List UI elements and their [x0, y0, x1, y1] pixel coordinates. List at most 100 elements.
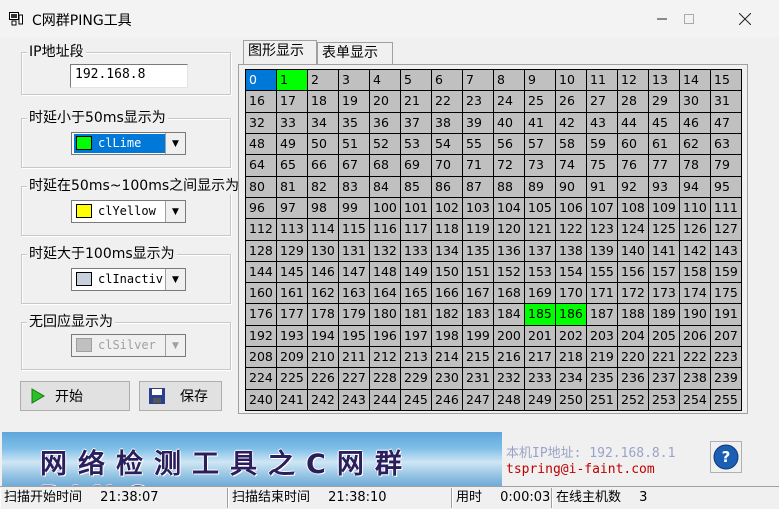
ip-cell[interactable]: 68	[370, 155, 400, 176]
ip-cell[interactable]: 86	[432, 176, 462, 197]
ip-cell[interactable]: 26	[556, 91, 586, 112]
ip-cell[interactable]: 99	[339, 197, 369, 219]
ip-cell[interactable]: 110	[680, 197, 710, 219]
ip-cell[interactable]: 255	[711, 389, 741, 410]
slow-color-select[interactable]: clInactiv ▼	[71, 268, 186, 291]
save-button[interactable]: 保存	[139, 381, 222, 411]
ip-cell[interactable]: 217	[525, 347, 555, 368]
ip-cell[interactable]: 185	[525, 304, 555, 325]
ip-cell[interactable]: 103	[463, 197, 493, 219]
ip-cell[interactable]: 117	[401, 219, 431, 240]
ip-cell[interactable]: 212	[370, 347, 400, 368]
ip-cell[interactable]: 224	[246, 368, 276, 389]
ip-cell[interactable]: 232	[494, 368, 524, 389]
ip-cell[interactable]: 93	[649, 176, 679, 197]
ip-cell[interactable]: 102	[432, 197, 462, 219]
ip-cell[interactable]: 60	[618, 133, 648, 155]
ip-cell[interactable]: 186	[556, 304, 586, 325]
ip-cell[interactable]: 2	[308, 70, 338, 91]
ip-cell[interactable]: 77	[649, 155, 679, 176]
ip-cell[interactable]: 200	[494, 325, 524, 347]
email-link[interactable]: tspring@i-faint.com	[506, 462, 655, 477]
chevron-down-icon[interactable]: ▼	[165, 133, 185, 154]
ip-cell[interactable]: 196	[370, 325, 400, 347]
ip-cell[interactable]: 146	[308, 261, 338, 283]
ip-cell[interactable]: 23	[463, 91, 493, 112]
ip-cell[interactable]: 187	[587, 304, 617, 325]
ip-cell[interactable]: 51	[339, 133, 369, 155]
ip-cell[interactable]: 94	[680, 176, 710, 197]
ip-cell[interactable]: 80	[246, 176, 276, 197]
ip-cell[interactable]: 182	[432, 304, 462, 325]
ip-cell[interactable]: 84	[370, 176, 400, 197]
ip-cell[interactable]: 230	[432, 368, 462, 389]
ip-cell[interactable]: 184	[494, 304, 524, 325]
ip-cell[interactable]: 131	[339, 240, 369, 261]
ip-cell[interactable]: 163	[339, 283, 369, 304]
ip-cell[interactable]: 226	[308, 368, 338, 389]
ip-cell[interactable]: 4	[370, 70, 400, 91]
ip-cell[interactable]: 166	[432, 283, 462, 304]
ip-cell[interactable]: 174	[680, 283, 710, 304]
ip-cell[interactable]: 64	[246, 155, 276, 176]
ip-cell[interactable]: 221	[649, 347, 679, 368]
ip-cell[interactable]: 149	[401, 261, 431, 283]
start-button[interactable]: 开始	[20, 381, 130, 411]
ip-cell[interactable]: 252	[618, 389, 648, 410]
ip-cell[interactable]: 164	[370, 283, 400, 304]
ip-cell[interactable]: 0	[246, 70, 276, 91]
ip-cell[interactable]: 125	[649, 219, 679, 240]
ip-cell[interactable]: 22	[432, 91, 462, 112]
ip-cell[interactable]: 148	[370, 261, 400, 283]
ip-cell[interactable]: 195	[339, 325, 369, 347]
ip-cell[interactable]: 160	[246, 283, 276, 304]
ip-cell[interactable]: 120	[494, 219, 524, 240]
ip-cell[interactable]: 233	[525, 368, 555, 389]
ip-cell[interactable]: 136	[494, 240, 524, 261]
chevron-down-icon[interactable]: ▼	[165, 201, 185, 222]
ip-cell[interactable]: 245	[401, 389, 431, 410]
ip-cell[interactable]: 121	[525, 219, 555, 240]
ip-cell[interactable]: 251	[587, 389, 617, 410]
ip-cell[interactable]: 16	[246, 91, 276, 112]
ip-cell[interactable]: 21	[401, 91, 431, 112]
ip-cell[interactable]: 167	[463, 283, 493, 304]
ip-cell[interactable]: 175	[711, 283, 741, 304]
ip-cell[interactable]: 178	[308, 304, 338, 325]
ip-cell[interactable]: 140	[618, 240, 648, 261]
ip-cell[interactable]: 29	[649, 91, 679, 112]
maximize-button[interactable]	[666, 0, 712, 38]
ip-cell[interactable]: 126	[680, 219, 710, 240]
ip-cell[interactable]: 152	[494, 261, 524, 283]
ip-cell[interactable]: 155	[587, 261, 617, 283]
ip-cell[interactable]: 209	[277, 347, 307, 368]
ip-cell[interactable]: 35	[339, 112, 369, 133]
ip-cell[interactable]: 91	[587, 176, 617, 197]
ip-cell[interactable]: 24	[494, 91, 524, 112]
ip-cell[interactable]: 208	[246, 347, 276, 368]
ip-cell[interactable]: 176	[246, 304, 276, 325]
ip-cell[interactable]: 248	[494, 389, 524, 410]
ip-cell[interactable]: 33	[277, 112, 307, 133]
ip-cell[interactable]: 59	[587, 133, 617, 155]
ip-cell[interactable]: 122	[556, 219, 586, 240]
ip-cell[interactable]: 97	[277, 197, 307, 219]
ip-cell[interactable]: 191	[711, 304, 741, 325]
ip-cell[interactable]: 50	[308, 133, 338, 155]
ip-cell[interactable]: 219	[587, 347, 617, 368]
ip-cell[interactable]: 202	[556, 325, 586, 347]
ip-cell[interactable]: 240	[246, 389, 276, 410]
ip-cell[interactable]: 153	[525, 261, 555, 283]
ip-cell[interactable]: 72	[494, 155, 524, 176]
ip-cell[interactable]: 199	[463, 325, 493, 347]
ip-cell[interactable]: 20	[370, 91, 400, 112]
ip-cell[interactable]: 220	[618, 347, 648, 368]
ip-cell[interactable]: 95	[711, 176, 741, 197]
ip-cell[interactable]: 48	[246, 133, 276, 155]
ip-cell[interactable]: 3	[339, 70, 369, 91]
ip-cell[interactable]: 61	[649, 133, 679, 155]
ip-cell[interactable]: 237	[649, 368, 679, 389]
ip-cell[interactable]: 41	[525, 112, 555, 133]
ip-cell[interactable]: 201	[525, 325, 555, 347]
ip-cell[interactable]: 235	[587, 368, 617, 389]
